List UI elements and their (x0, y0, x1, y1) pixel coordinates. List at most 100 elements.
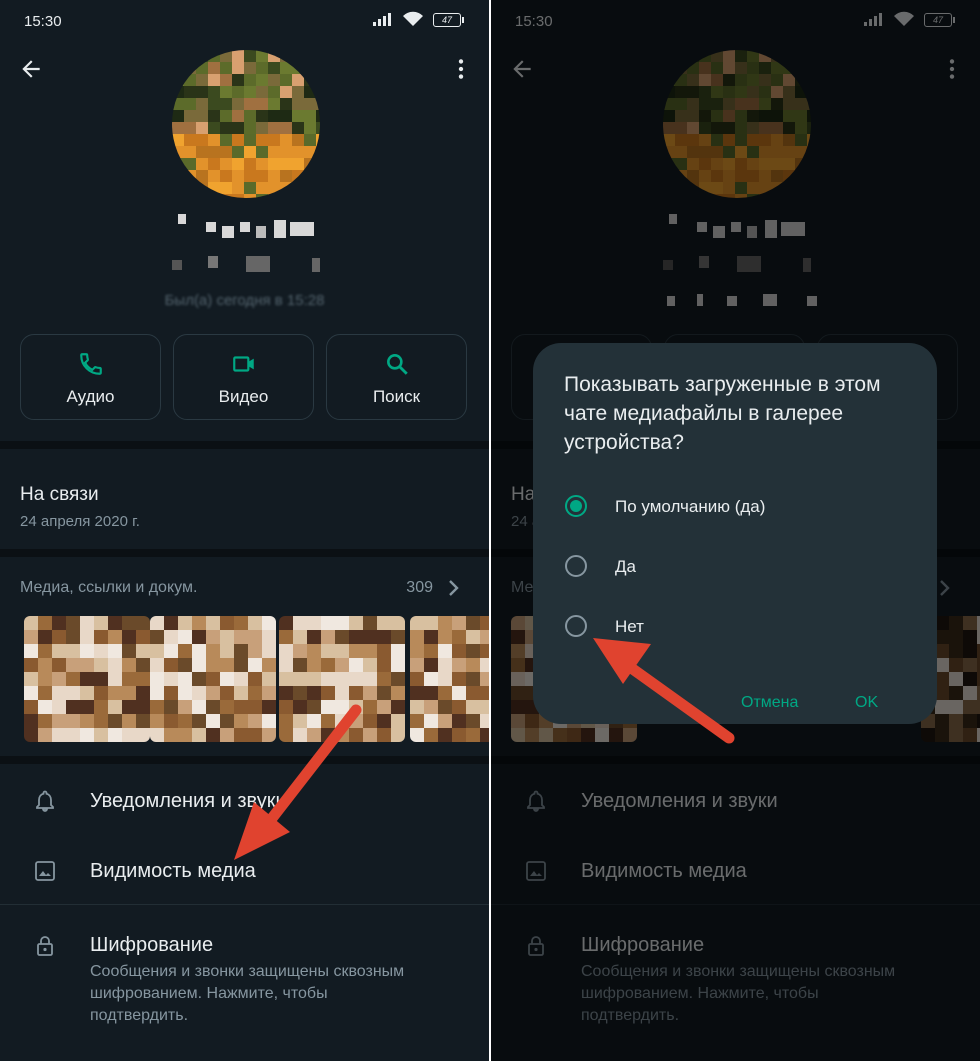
pixel-tile (220, 110, 232, 122)
status-bar: 15:30 47 (0, 0, 489, 40)
pixel-tile (244, 74, 256, 86)
pixel-tile (172, 122, 184, 134)
pixel-tile (293, 644, 307, 658)
audio-call-button[interactable]: Аудио (20, 334, 161, 420)
pixel-tile (122, 672, 136, 686)
pixel-tile (292, 50, 304, 62)
pixel-tile (108, 630, 122, 644)
radio-icon[interactable] (565, 555, 587, 577)
encryption-row[interactable]: Шифрование Сообщения и звонки защищены с… (0, 920, 489, 1030)
pixel-tile (424, 714, 438, 728)
pixel-tile (122, 714, 136, 728)
pixel-tile (466, 672, 480, 686)
media-thumbnail[interactable] (24, 616, 150, 742)
option-yes[interactable]: Да (563, 553, 903, 583)
pixel-tile (220, 122, 232, 134)
pixel-tile (172, 98, 184, 110)
option-default[interactable]: По умолчанию (да) (563, 493, 903, 523)
pixel-tile (184, 194, 196, 198)
pixel-tile (316, 146, 320, 158)
pixel-tile (94, 658, 108, 672)
pixel-tile (232, 86, 244, 98)
section-divider (0, 549, 489, 557)
lock-icon (37, 936, 53, 956)
pixel-tile (410, 630, 424, 644)
pixel-tile (196, 110, 208, 122)
pixel-tile (256, 86, 268, 98)
pixel-tile (52, 686, 66, 700)
pixel-tile (280, 194, 292, 198)
more-options-icon[interactable] (447, 56, 475, 82)
pixel-tile (94, 714, 108, 728)
pixel-tile (391, 700, 405, 714)
pixel-tile (410, 658, 424, 672)
pixel-tile (52, 616, 66, 630)
back-arrow-icon[interactable] (18, 56, 44, 82)
chevron-right-icon[interactable] (447, 579, 461, 597)
pixel-tile (136, 686, 150, 700)
cancel-button[interactable]: Отмена (741, 694, 798, 712)
pixel-tile (80, 630, 94, 644)
pixel-tile (268, 62, 280, 74)
pixel-tile (192, 714, 206, 728)
search-button[interactable]: Поиск (326, 334, 467, 420)
pixel-tile (424, 644, 438, 658)
pixel-tile (184, 86, 196, 98)
pixel-tile (122, 616, 136, 630)
pixel-tile (480, 714, 489, 728)
pixel-tile (410, 672, 424, 686)
pixel-tile (108, 672, 122, 686)
pixel-tile (279, 686, 293, 700)
pixel-tile (172, 50, 184, 62)
pixel-tile (234, 658, 248, 672)
pixel-tile (108, 728, 122, 742)
pixel-tile (172, 134, 184, 146)
pixel-tile (452, 700, 466, 714)
media-thumbnail[interactable] (410, 616, 489, 742)
media-count[interactable]: 309 (406, 579, 433, 597)
pixel-tile (335, 644, 349, 658)
pixel-tile (292, 146, 304, 158)
pixel-tile (363, 616, 377, 630)
pixel-tile (172, 86, 184, 98)
pixel-tile (377, 686, 391, 700)
pixel-tile (234, 630, 248, 644)
radio-selected-icon[interactable] (565, 495, 587, 517)
pixel-tile (184, 158, 196, 170)
pixel-tile (304, 146, 316, 158)
pixel-tile (184, 170, 196, 182)
pixel-tile (262, 686, 276, 700)
avatar[interactable] (172, 50, 320, 198)
pixel-tile (304, 110, 316, 122)
pixel-tile (424, 616, 438, 630)
pixel-tile (480, 672, 489, 686)
pixel-tile (80, 658, 94, 672)
pixel-tile (220, 182, 232, 194)
pixel-tile (220, 62, 232, 74)
video-call-button[interactable]: Видео (173, 334, 314, 420)
pixel-tile (438, 616, 452, 630)
contact-info-screen: 15:30 47 Был(а) сегодня в 15:28 Аудио Ви… (0, 0, 489, 1061)
pixel-tile (52, 644, 66, 658)
ok-button[interactable]: OK (855, 694, 878, 712)
pixel-tile (52, 714, 66, 728)
pixel-tile (164, 672, 178, 686)
pixel-tile (220, 644, 234, 658)
pixel-tile (280, 146, 292, 158)
pixel-tile (66, 700, 80, 714)
media-heading[interactable]: Медиа, ссылки и докум. (20, 579, 197, 597)
pixel-tile (94, 616, 108, 630)
pixel-tile (192, 686, 206, 700)
pixel-tile (206, 714, 220, 728)
pixel-tile (196, 194, 208, 198)
pixel-tile (80, 700, 94, 714)
pixel-tile (410, 616, 424, 630)
pixel-tile (108, 700, 122, 714)
pixel-tile (232, 146, 244, 158)
pixel-tile (466, 686, 480, 700)
pixel-tile (38, 714, 52, 728)
pixel-tile (232, 74, 244, 86)
pixel-tile (293, 630, 307, 644)
pixel-tile (80, 616, 94, 630)
radio-icon[interactable] (565, 615, 587, 637)
